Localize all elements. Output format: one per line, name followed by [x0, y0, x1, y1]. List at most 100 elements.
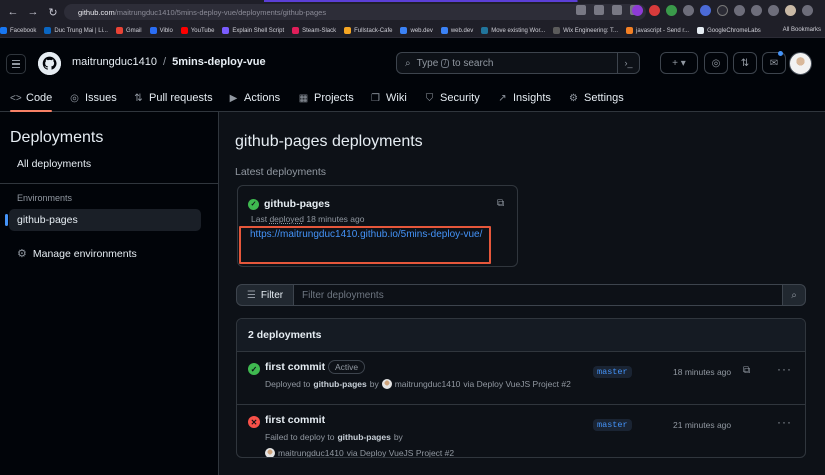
bookmark-item[interactable]: Viblo [149, 27, 173, 34]
extension-icon[interactable] [683, 5, 694, 16]
desc-user[interactable]: maitrungduc1410 [395, 379, 461, 389]
desc-user[interactable]: maitrungduc1410 [278, 448, 344, 457]
bookmark-label: javascript - Send r... [636, 27, 690, 34]
share-icon[interactable] [612, 5, 622, 15]
breadcrumb-separator: / [163, 56, 167, 68]
desc-workflow[interactable]: via Deploy VueJS Project #2 [463, 379, 570, 389]
commit-message[interactable]: first commit [265, 361, 325, 373]
pull-requests-icon[interactable]: ⇅ [733, 52, 757, 74]
tab-actions[interactable]: ▶ Actions [228, 85, 280, 111]
external-link-icon[interactable]: ⧉ [497, 198, 507, 209]
divider [0, 183, 219, 184]
zoom-icon[interactable] [594, 5, 604, 15]
filter-input[interactable]: Filter deployments [294, 284, 782, 306]
bookmark-item[interactable]: GoogleChromeLabs [697, 27, 761, 34]
repo-link[interactable]: 5mins-deploy-vue [172, 56, 266, 68]
github-logo-icon[interactable] [38, 52, 61, 75]
inbox-icon[interactable]: ✉ [762, 52, 786, 74]
menu-button[interactable] [6, 54, 26, 74]
reload-icon[interactable]: ↻ [46, 5, 60, 19]
environment-name[interactable]: github-pages [264, 198, 330, 210]
bookmark-favicon-icon [44, 27, 52, 34]
bookmark-item[interactable]: Facebook [0, 27, 36, 34]
sidepanel-icon[interactable] [768, 5, 779, 16]
desc-environment[interactable]: github-pages [313, 379, 366, 389]
tab-wiki-icon: ❐ [371, 92, 380, 104]
filter-button[interactable]: ☰ Filter [236, 284, 294, 306]
extension-icon[interactable] [700, 5, 711, 16]
search-input[interactable]: ⌕ Type / to search ›_ [396, 52, 640, 74]
bookmark-item[interactable]: Explain Shell Script [222, 27, 284, 34]
extension-icon[interactable] [666, 5, 677, 16]
sidebar-item-all-deployments[interactable]: All deployments [17, 158, 91, 170]
bookmark-label: YouTube [190, 27, 215, 34]
external-link-icon[interactable]: ⧉ [743, 365, 750, 376]
tab-label: Security [440, 92, 480, 104]
desc-workflow[interactable]: via Deploy VueJS Project #2 [347, 448, 454, 457]
bookmark-favicon-icon [400, 27, 408, 34]
owner-link[interactable]: maitrungduc1410 [72, 56, 157, 68]
extension-icon[interactable] [717, 5, 728, 16]
notification-dot [778, 51, 783, 56]
tab-settings[interactable]: ⚙ Settings [568, 85, 624, 111]
tab-label: Issues [85, 92, 117, 104]
manage-environments-link[interactable]: ⚙ Manage environments [17, 247, 137, 261]
puzzle-icon[interactable] [734, 5, 745, 16]
create-new-button[interactable]: + ▾ [660, 52, 698, 74]
search-icon[interactable]: ⌕ [782, 284, 806, 306]
avatar[interactable] [265, 448, 275, 457]
sidebar: Deployments All deployments Environments… [0, 112, 219, 475]
bookmark-item[interactable]: web.dev [440, 27, 473, 34]
tab-code[interactable]: <> Code [10, 85, 53, 112]
commit-message[interactable]: first commit [265, 414, 325, 426]
tab-actions-icon: ▶ [229, 92, 238, 104]
url-path: /maitrungduc1410/5mins-deploy-vue/deploy… [114, 7, 327, 17]
command-palette-icon[interactable]: ›_ [617, 52, 639, 74]
tab-issues[interactable]: ◎ Issues [69, 85, 117, 111]
menu-icon[interactable] [802, 5, 813, 16]
address-bar[interactable]: github.com/maitrungduc1410/5mins-deploy-… [64, 4, 646, 20]
bookmark-item[interactable]: web.dev [400, 27, 433, 34]
tab-security[interactable]: ⛉ Security [424, 85, 480, 111]
deployment-time: 18 minutes ago [673, 367, 732, 377]
issues-icon[interactable]: ◎ [704, 52, 728, 74]
extension-icon[interactable] [632, 5, 643, 16]
cast-icon[interactable] [576, 5, 586, 15]
tab-insights[interactable]: ↗ Insights [497, 85, 551, 111]
bookmark-item[interactable]: javascript - Send r... [626, 27, 689, 34]
forward-icon[interactable]: → [26, 5, 40, 19]
bookmark-label: Wix Engineering: T... [563, 27, 619, 34]
x-circle-icon: ✕ [248, 416, 260, 428]
extension-icon[interactable] [649, 5, 660, 16]
bookmark-item[interactable]: Gmail [115, 27, 142, 34]
bookmark-item[interactable]: Fullstack-Cafe [344, 27, 392, 34]
check-circle-icon: ✓ [248, 363, 260, 375]
deployment-environment: ✓ github-pages [248, 198, 330, 210]
bookmark-item[interactable]: YouTube [180, 27, 215, 34]
branch-label[interactable]: master [593, 419, 632, 431]
bookmark-item[interactable]: Move existing Wor... [481, 27, 545, 34]
desc-environment[interactable]: github-pages [337, 432, 390, 442]
tab-label: Settings [584, 92, 624, 104]
bookmark-item[interactable]: Steam-Slack [292, 27, 336, 34]
bookmark-favicon-icon [180, 27, 188, 34]
branch-label[interactable]: master [593, 366, 632, 378]
kebab-menu-icon[interactable]: ··· [777, 415, 792, 429]
tab-pull-requests-icon: ⇅ [134, 92, 143, 104]
bookmark-item[interactable]: Duc Trung Mai | Li... [44, 27, 108, 34]
back-icon[interactable]: ← [6, 5, 20, 19]
bookmark-favicon-icon [115, 27, 123, 34]
bookmark-item[interactable]: Wix Engineering: T... [553, 27, 618, 34]
tab-wiki[interactable]: ❐ Wiki [370, 85, 407, 111]
deployments-list: 2 deployments ✓ first commit Active Deploye… [236, 318, 806, 458]
kebab-menu-icon[interactable]: ··· [777, 362, 792, 376]
all-bookmarks-button[interactable]: All Bookmarks [783, 27, 821, 33]
profile-icon[interactable] [785, 5, 796, 16]
desc-by: by [369, 379, 379, 389]
sidebar-item-github-pages[interactable]: github-pages [5, 209, 201, 231]
avatar[interactable] [381, 379, 392, 389]
download-icon[interactable] [751, 5, 762, 16]
avatar[interactable] [789, 52, 812, 75]
tab-pull-requests[interactable]: ⇅ Pull requests [133, 85, 212, 111]
tab-projects[interactable]: ▦ Projects [298, 85, 354, 111]
